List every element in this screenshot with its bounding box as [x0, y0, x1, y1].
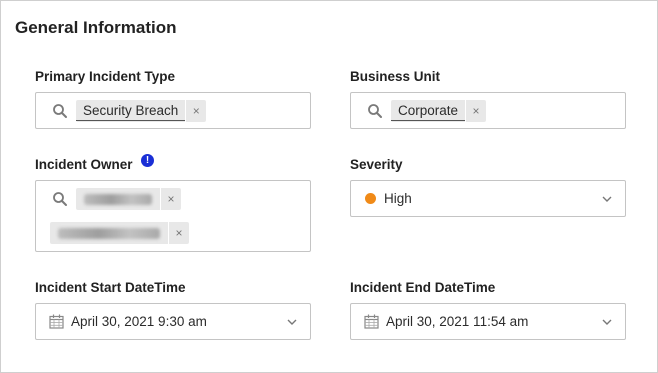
incident-owner-label: Incident Owner — [35, 157, 133, 172]
incident-owner-field[interactable]: × × — [35, 180, 311, 252]
general-information-panel: General Information Primary Incident Typ… — [0, 0, 658, 373]
tag-label: Security Breach — [76, 100, 186, 121]
redacted-name — [76, 188, 160, 210]
info-icon[interactable]: ! — [141, 154, 154, 167]
severity-dropdown[interactable]: High — [350, 180, 626, 217]
chevron-down-icon — [287, 319, 297, 325]
incident-end-label: Incident End DateTime — [350, 280, 496, 295]
business-unit-label: Business Unit — [350, 69, 441, 84]
remove-tag-icon[interactable]: × — [465, 100, 486, 122]
remove-tag-icon[interactable]: × — [160, 188, 181, 210]
incident-end-value: April 30, 2021 11:54 am — [386, 314, 529, 329]
tag-owner-redacted: × — [76, 188, 181, 210]
section-title: General Information — [15, 18, 177, 37]
search-icon — [368, 104, 382, 118]
chevron-down-icon — [602, 196, 612, 202]
severity-label: Severity — [350, 157, 403, 172]
business-unit-field[interactable]: Corporate × — [350, 92, 626, 129]
tag-owner-redacted: × — [50, 222, 189, 244]
calendar-icon — [49, 314, 64, 329]
incident-end-datetime-field[interactable]: April 30, 2021 11:54 am — [350, 303, 626, 340]
tag-label: Corporate — [391, 100, 466, 121]
incident-start-value: April 30, 2021 9:30 am — [71, 314, 207, 329]
calendar-icon — [364, 314, 379, 329]
chevron-down-icon — [602, 319, 612, 325]
severity-value: High — [384, 191, 412, 206]
tag-corporate: Corporate × — [391, 100, 487, 122]
search-icon — [53, 104, 67, 118]
primary-incident-type-field[interactable]: Security Breach × — [35, 92, 311, 129]
incident-start-datetime-field[interactable]: April 30, 2021 9:30 am — [35, 303, 311, 340]
search-icon — [53, 192, 67, 206]
primary-incident-type-label: Primary Incident Type — [35, 69, 176, 84]
incident-start-label: Incident Start DateTime — [35, 280, 186, 295]
remove-tag-icon[interactable]: × — [185, 100, 206, 122]
remove-tag-icon[interactable]: × — [168, 222, 189, 244]
redacted-name — [50, 222, 168, 244]
tag-security-breach: Security Breach × — [76, 100, 207, 122]
severity-dot-icon — [365, 193, 376, 204]
